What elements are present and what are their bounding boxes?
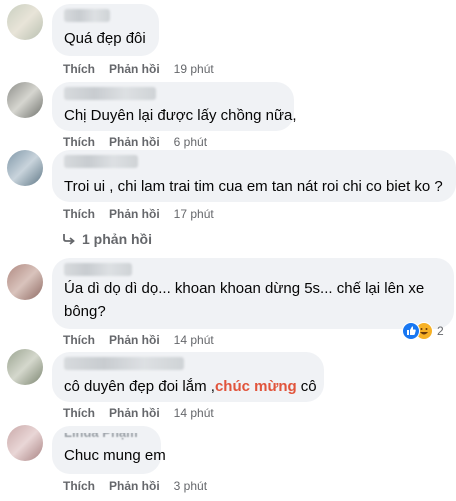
like-button[interactable]: Thích <box>63 406 95 420</box>
comment-bubble: Quá đẹp đôi <box>52 4 159 56</box>
reply-button[interactable]: Phản hồi <box>109 406 160 420</box>
reply-button[interactable]: Phản hồi <box>109 333 160 347</box>
timestamp[interactable]: 14 phút <box>174 333 214 347</box>
reply-arrow-icon <box>63 234 75 245</box>
reply-button[interactable]: Phản hồi <box>109 479 160 493</box>
comment-text: Chị Duyên lại được lấy chồng nữa, <box>64 107 297 124</box>
comment-text: Chuc mung em <box>64 447 166 464</box>
like-button[interactable]: Thích <box>63 62 95 76</box>
comment-text: Troi ui , chi lam trai tim cua em tan ná… <box>64 178 443 195</box>
comment-bubble: Linda Phạm Chuc mung em <box>52 426 166 474</box>
timestamp[interactable]: 17 phút <box>174 207 214 221</box>
commenter-name[interactable]: Linda Phạm <box>64 433 138 443</box>
comment-bubble: Troi ui , chi lam trai tim cua em tan ná… <box>52 150 456 202</box>
comment-text: Quá đẹp đôi <box>64 30 146 47</box>
avatar[interactable] <box>7 425 43 461</box>
timestamp[interactable]: 19 phút <box>174 62 214 76</box>
comment-actions: Thích Phản hồi 14 phút <box>63 332 214 348</box>
commenter-name-redacted[interactable] <box>64 87 156 100</box>
avatar[interactable] <box>7 4 43 40</box>
comment-actions: Thích Phản hồi 14 phút <box>63 405 214 421</box>
comment-actions: Thích Phản hồi 3 phút <box>63 478 207 494</box>
reply-button[interactable]: Phản hồi <box>109 207 160 221</box>
commenter-name-redacted[interactable] <box>64 155 138 168</box>
comment-text-highlight: chúc mừng <box>214 378 297 395</box>
avatar[interactable] <box>7 349 43 385</box>
comment-actions: Thích Phản hồi 19 phút <box>63 61 214 77</box>
timestamp[interactable]: 14 phút <box>174 406 214 420</box>
comment-actions: Thích Phản hồi 6 phút <box>63 134 207 150</box>
avatar[interactable] <box>7 150 43 186</box>
view-replies-link[interactable]: 1 phản hồi <box>62 231 152 247</box>
like-button[interactable]: Thích <box>63 479 95 493</box>
like-button[interactable]: Thích <box>63 207 95 221</box>
like-button[interactable]: Thích <box>63 333 95 347</box>
reply-button[interactable]: Phản hồi <box>109 62 160 76</box>
comment-bubble: Úa dì dọ dì dọ... khoan khoan dừng 5s...… <box>52 258 454 329</box>
reply-button[interactable]: Phản hồi <box>109 135 160 149</box>
commenter-name-redacted[interactable] <box>64 357 184 370</box>
comment-text-line2: bông? <box>64 303 106 320</box>
comment-text: cô duyên đẹp đoi lắm ,chúc mừng cô <box>64 377 317 397</box>
timestamp[interactable]: 6 phút <box>174 135 207 149</box>
timestamp[interactable]: 3 phút <box>174 479 207 493</box>
commenter-name-redacted[interactable] <box>64 9 110 22</box>
comment-bubble: Chị Duyên lại được lấy chồng nữa, <box>52 82 297 131</box>
reactions-summary[interactable]: 2 <box>402 322 444 340</box>
avatar[interactable] <box>7 82 43 118</box>
reaction-count: 2 <box>437 324 444 338</box>
comment-actions: Thích Phản hồi 17 phút <box>63 206 214 222</box>
comment-text-line1: Úa dì dọ dì dọ... khoan khoan dừng 5s...… <box>64 280 425 297</box>
comment-bubble: cô duyên đẹp đoi lắm ,chúc mừng cô <box>52 352 324 402</box>
avatar[interactable] <box>7 264 43 300</box>
like-reaction-icon <box>402 322 420 340</box>
comment-text-part: cô duyên đẹp đoi lắm , <box>64 378 215 395</box>
commenter-name-redacted[interactable] <box>64 263 132 276</box>
like-button[interactable]: Thích <box>63 135 95 149</box>
comment-text-part: cô <box>296 378 317 395</box>
replies-count[interactable]: 1 phản hồi <box>82 231 152 247</box>
